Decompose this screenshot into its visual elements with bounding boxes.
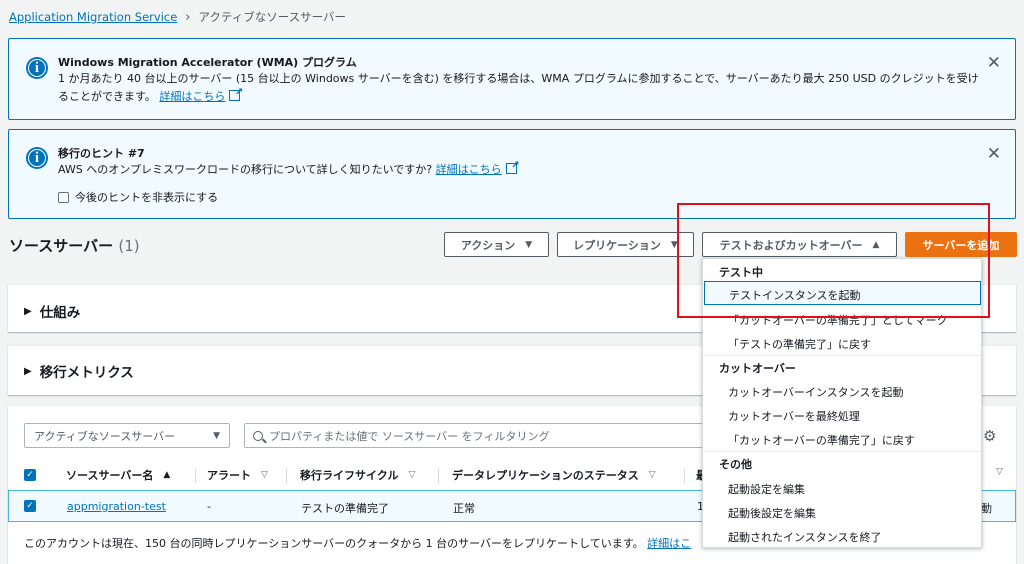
external-link-icon <box>505 157 520 175</box>
tip-learn-more-link[interactable]: 詳細はこちら <box>436 163 502 176</box>
caret-right-icon: ▶ <box>24 365 32 377</box>
column-divider <box>195 469 196 483</box>
gear-icon[interactable]: ⚙ <box>983 427 996 445</box>
chevron-right-icon: › <box>185 9 191 25</box>
server-filter-select[interactable]: アクティブなソースサーバー ▼ <box>24 423 230 448</box>
hide-tips-checkbox[interactable] <box>58 192 69 203</box>
caret-right-icon: ▶ <box>24 305 32 317</box>
property-filter-input[interactable]: プロパティまたは値で ソースサーバー をフィルタリング <box>244 423 704 448</box>
replication-quota-note: このアカウントは現在、150 台の同時レプリケーションサーバーのクォータから 1… <box>24 535 691 551</box>
source-servers-title: ソースサーバー <box>9 237 114 255</box>
col-replication[interactable]: データレプリケーションのステータス ▽ <box>452 467 656 483</box>
tip-alert-title: 移行のヒント #7 <box>58 147 145 160</box>
column-divider <box>286 469 287 483</box>
how-it-works-header[interactable]: ▶ 仕組み <box>24 301 80 321</box>
col-replication-label: データレプリケーションのステータス <box>452 469 639 482</box>
how-it-works-label: 仕組み <box>39 305 81 321</box>
highlight-annotation <box>677 203 990 318</box>
breadcrumb-root-link[interactable]: Application Migration Service <box>9 10 177 24</box>
source-servers-count: (1) <box>118 237 140 255</box>
col-lifecycle-label: 移行ライフサイクル <box>300 469 399 482</box>
menu-item-edit-post-launch[interactable]: 起動後設定を編集 <box>728 505 816 521</box>
menu-group-cutover: カットオーバー <box>719 362 796 375</box>
wma-alert: i Windows Migration Accelerator (WMA) プロ… <box>8 38 1016 120</box>
select-all-checkbox[interactable]: ✓ <box>24 469 36 481</box>
server-filter-value: アクティブなソースサーバー <box>34 429 176 443</box>
col-lifecycle[interactable]: 移行ライフサイクル ▽ <box>300 467 415 483</box>
server-name-link[interactable]: appmigration-test <box>67 500 166 513</box>
breadcrumb: Application Migration Service › アクティブなソー… <box>9 9 346 25</box>
menu-separator <box>703 355 981 356</box>
wma-alert-line1: 1 か月あたり 40 台以上のサーバー (15 台以上の Windows サーバ… <box>58 72 979 85</box>
menu-item-terminate[interactable]: 起動されたインスタンスを終了 <box>728 529 882 545</box>
source-servers-heading: ソースサーバー (1) <box>9 235 140 256</box>
wma-alert-line2: ることができます。 <box>58 90 156 103</box>
actions-label: アクション <box>460 238 516 252</box>
migration-metrics-label: 移行メトリクス <box>39 365 134 381</box>
sort-icon: ▽ <box>648 470 656 480</box>
wma-alert-body: 1 か月あたり 40 台以上のサーバー (15 台以上の Windows サーバ… <box>58 70 979 106</box>
search-icon <box>253 430 263 441</box>
caret-down-icon: ▼ <box>525 239 533 250</box>
sort-icon: ▽ <box>261 470 268 480</box>
external-link-icon <box>229 84 243 102</box>
replication-label: レプリケーション <box>573 238 661 252</box>
replication-button[interactable]: レプリケーション ▼ <box>557 232 694 257</box>
menu-item-launch-cutover[interactable]: カットオーバーインスタンスを起動 <box>728 384 903 400</box>
sort-icon: ▽ <box>408 470 416 480</box>
wma-learn-more-link[interactable]: 詳細はこちら <box>159 90 225 103</box>
col-alert[interactable]: アラート ▽ <box>207 467 268 483</box>
wma-alert-title: Windows Migration Accelerator (WMA) プログラ… <box>58 56 357 69</box>
hide-tips-label: 今後のヒントを非表示にする <box>75 191 219 204</box>
wma-alert-line2-wrap: ることができます。 詳細はこちら <box>58 84 979 106</box>
cell-replication: 正常 <box>453 502 475 515</box>
menu-item-edit-launch[interactable]: 起動設定を編集 <box>728 481 805 497</box>
cell-alert: - <box>207 500 211 513</box>
breadcrumb-current: アクティブなソースサーバー <box>198 10 347 24</box>
menu-group-other: その他 <box>719 458 752 471</box>
cell-lifecycle: テストの準備完了 <box>301 502 389 515</box>
tip-alert-text: AWS へのオンプレミスワークロードの移行について詳しく知りたいですか? <box>58 163 433 176</box>
cell-server-name: appmigration-test <box>67 500 166 513</box>
cell-right-fragment: 動 <box>981 502 992 515</box>
caret-down-icon: ▼ <box>213 430 220 441</box>
actions-button[interactable]: アクション ▼ <box>444 232 549 257</box>
column-divider <box>684 469 685 483</box>
menu-separator <box>703 451 981 452</box>
col-server-name[interactable]: ソースサーバー名 ▲ <box>66 467 170 483</box>
menu-item-revert-ready-cutover[interactable]: 「カットオーバーの準備完了」に戻す <box>728 432 915 448</box>
hide-tips-option[interactable]: 今後のヒントを非表示にする <box>58 189 218 205</box>
info-icon: i <box>26 147 48 169</box>
sort-asc-icon: ▲ <box>163 470 171 480</box>
row-checkbox[interactable]: ✓ <box>24 500 36 512</box>
quota-learn-more-link[interactable]: 詳細はこ <box>647 537 691 550</box>
sort-icon: ▽ <box>996 467 1003 477</box>
col-last-sort[interactable]: ▽ <box>996 467 1003 477</box>
menu-item-finalize-cutover[interactable]: カットオーバーを最終処理 <box>728 408 860 424</box>
info-icon: i <box>26 57 48 79</box>
property-filter-placeholder: プロパティまたは値で ソースサーバー をフィルタリング <box>269 429 550 443</box>
col-server-name-label: ソースサーバー名 <box>66 469 154 482</box>
menu-item-revert-ready-test[interactable]: 「テストの準備完了」に戻す <box>728 336 871 352</box>
col-alert-label: アラート <box>207 469 251 482</box>
close-icon[interactable]: ✕ <box>987 144 1001 164</box>
tip-alert-body: AWS へのオンプレミスワークロードの移行について詳しく知りたいですか? 詳細は… <box>58 157 520 179</box>
column-divider <box>438 469 439 483</box>
quota-note-text: このアカウントは現在、150 台の同時レプリケーションサーバーのクォータから 1… <box>24 537 644 550</box>
migration-metrics-header[interactable]: ▶ 移行メトリクス <box>24 361 134 381</box>
close-icon[interactable]: ✕ <box>987 53 1001 73</box>
